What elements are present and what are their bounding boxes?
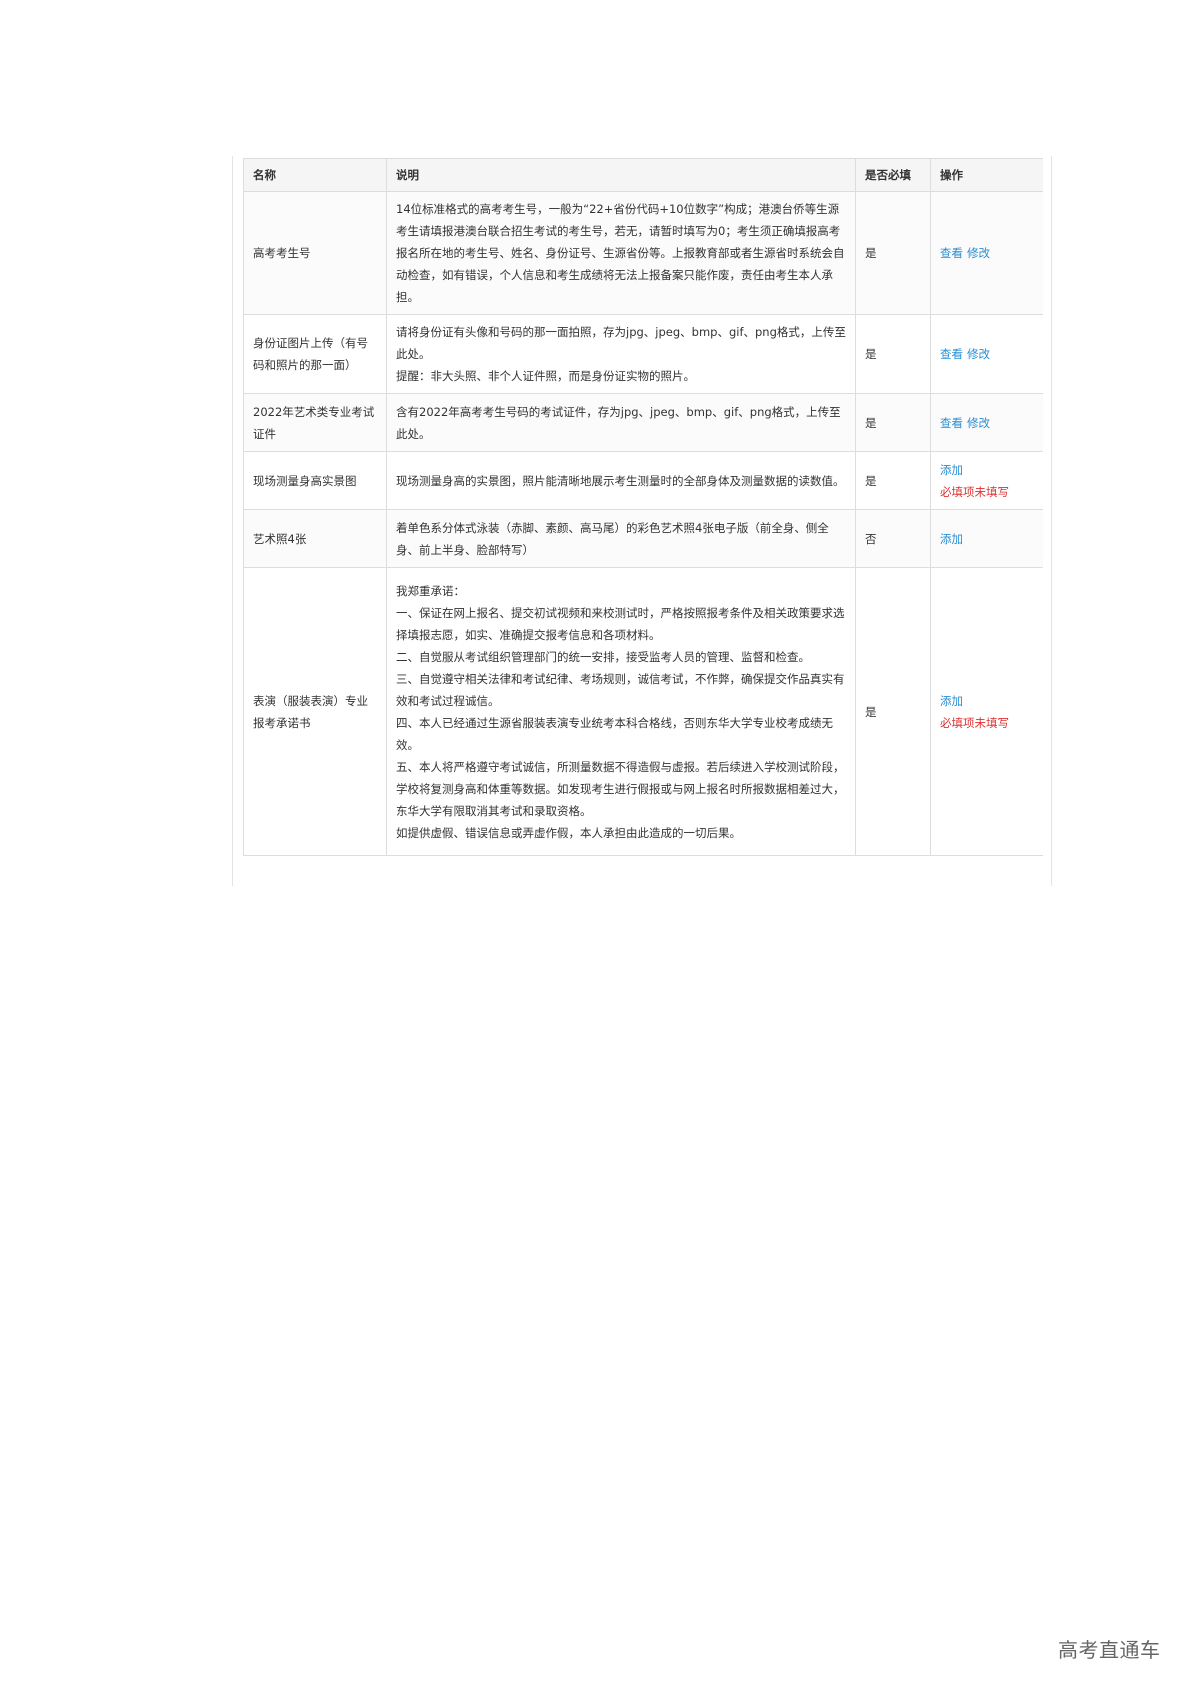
- row-actions: 添加: [930, 509, 1043, 568]
- table-row: 表演（服装表演）专业报考承诺书 我郑重承诺： 一、保证在网上报名、提交初试视频和…: [243, 567, 1043, 856]
- add-link[interactable]: 添加: [940, 694, 963, 708]
- description-line: 如提供虚假、错误信息或弄虚作假，本人承担由此造成的一切后果。: [396, 825, 741, 840]
- requirements-table: 名称 说明 是否必填 操作 高考考生号 14位标准格式的高考考生号，一般为“22…: [243, 158, 1043, 856]
- row-required: 是: [855, 314, 931, 394]
- description-line: 着单色系分体式泳装（赤脚、素颜、高马尾）的彩色艺术照4张电子版（前全身、侧全身、…: [396, 520, 829, 557]
- header-description: 说明: [386, 158, 856, 192]
- row-description: 我郑重承诺： 一、保证在网上报名、提交初试视频和来校测试时，严格按照报考条件及相…: [386, 567, 856, 856]
- row-required: 是: [855, 191, 931, 315]
- row-name: 身份证图片上传（有号码和照片的那一面）: [243, 314, 387, 394]
- add-link[interactable]: 添加: [940, 532, 963, 546]
- row-name: 艺术照4张: [243, 509, 387, 568]
- edit-link[interactable]: 修改: [967, 246, 990, 260]
- description-line: 我郑重承诺：: [396, 583, 465, 598]
- row-description: 请将身份证有头像和号码的那一面拍照，存为jpg、jpeg、bmp、gif、png…: [386, 314, 856, 394]
- description-line: 三、自觉遵守相关法律和考试纪律、考场规则，诚信考试，不作弊，确保提交作品真实有效…: [396, 671, 845, 708]
- table-row: 2022年艺术类专业考试证件 含有2022年高考考生号码的考试证件，存为jpg、…: [243, 393, 1043, 452]
- row-required: 否: [855, 509, 931, 568]
- required-missing-error: 必填项未填写: [940, 484, 1009, 499]
- view-link[interactable]: 查看: [940, 347, 963, 361]
- description-line: 请将身份证有头像和号码的那一面拍照，存为jpg、jpeg、bmp、gif、png…: [396, 325, 846, 361]
- table-row: 现场测量身高实景图 现场测量身高的实景图，照片能清晰地展示考生测量时的全部身体及…: [243, 451, 1043, 510]
- watermark: 高考直通车: [1058, 1638, 1161, 1662]
- description-line: 提醒：非大头照、非个人证件照，而是身份证实物的照片。: [396, 369, 695, 383]
- table-row: 高考考生号 14位标准格式的高考考生号，一般为“22+省份代码+10位数字”构成…: [243, 191, 1043, 315]
- row-required: 是: [855, 451, 931, 510]
- table-body: 高考考生号 14位标准格式的高考考生号，一般为“22+省份代码+10位数字”构成…: [243, 191, 1043, 856]
- required-missing-error: 必填项未填写: [940, 715, 1009, 730]
- header-name: 名称: [243, 158, 387, 192]
- row-name: 现场测量身高实景图: [243, 451, 387, 510]
- table-header-row: 名称 说明 是否必填 操作: [243, 158, 1043, 192]
- description-line: 五、本人将严格遵守考试诚信，所测量数据不得造假与虚报。若后续进入学校测试阶段，学…: [396, 759, 845, 818]
- description-line: 四、本人已经通过生源省服装表演专业统考本科合格线，否则东华大学专业校考成绩无效。: [396, 715, 833, 752]
- table-row: 身份证图片上传（有号码和照片的那一面） 请将身份证有头像和号码的那一面拍照，存为…: [243, 314, 1043, 394]
- add-link[interactable]: 添加: [940, 463, 963, 477]
- row-required: 是: [855, 393, 931, 452]
- row-actions: 查看 修改: [930, 191, 1043, 315]
- edit-link[interactable]: 修改: [967, 347, 990, 361]
- description-line: 现场测量身高的实景图，照片能清晰地展示考生测量时的全部身体及测量数据的读数值。: [396, 473, 845, 488]
- row-name: 表演（服装表演）专业报考承诺书: [243, 567, 387, 856]
- table-header: 名称 说明 是否必填 操作: [243, 158, 1043, 192]
- header-required: 是否必填: [855, 158, 931, 192]
- view-link[interactable]: 查看: [940, 416, 963, 430]
- description-line: 含有2022年高考考生号码的考试证件，存为jpg、jpeg、bmp、gif、pn…: [396, 404, 841, 441]
- description-line: 14位标准格式的高考考生号，一般为“22+省份代码+10位数字”构成；港澳台侨等…: [396, 202, 845, 304]
- row-actions: 查看 修改: [930, 314, 1043, 394]
- description-line: 一、保证在网上报名、提交初试视频和来校测试时，严格按照报考条件及相关政策要求选择…: [396, 605, 845, 642]
- header-actions: 操作: [930, 158, 1043, 192]
- row-required: 是: [855, 567, 931, 856]
- row-description: 含有2022年高考考生号码的考试证件，存为jpg、jpeg、bmp、gif、pn…: [386, 393, 856, 452]
- edit-link[interactable]: 修改: [967, 416, 990, 430]
- row-name: 高考考生号: [243, 191, 387, 315]
- row-description: 14位标准格式的高考考生号，一般为“22+省份代码+10位数字”构成；港澳台侨等…: [386, 191, 856, 315]
- table-row: 艺术照4张 着单色系分体式泳装（赤脚、素颜、高马尾）的彩色艺术照4张电子版（前全…: [243, 509, 1043, 568]
- view-link[interactable]: 查看: [940, 246, 963, 260]
- row-actions: 添加 必填项未填写: [930, 567, 1043, 856]
- requirements-table-container: 名称 说明 是否必填 操作 高考考生号 14位标准格式的高考考生号，一般为“22…: [243, 158, 1043, 886]
- row-description: 着单色系分体式泳装（赤脚、素颜、高马尾）的彩色艺术照4张电子版（前全身、侧全身、…: [386, 509, 856, 568]
- row-actions: 添加 必填项未填写: [930, 451, 1043, 510]
- row-actions: 查看 修改: [930, 393, 1043, 452]
- row-description: 现场测量身高的实景图，照片能清晰地展示考生测量时的全部身体及测量数据的读数值。: [386, 451, 856, 510]
- row-name: 2022年艺术类专业考试证件: [243, 393, 387, 452]
- description-line: 二、自觉服从考试组织管理部门的统一安排，接受监考人员的管理、监督和检查。: [396, 649, 810, 664]
